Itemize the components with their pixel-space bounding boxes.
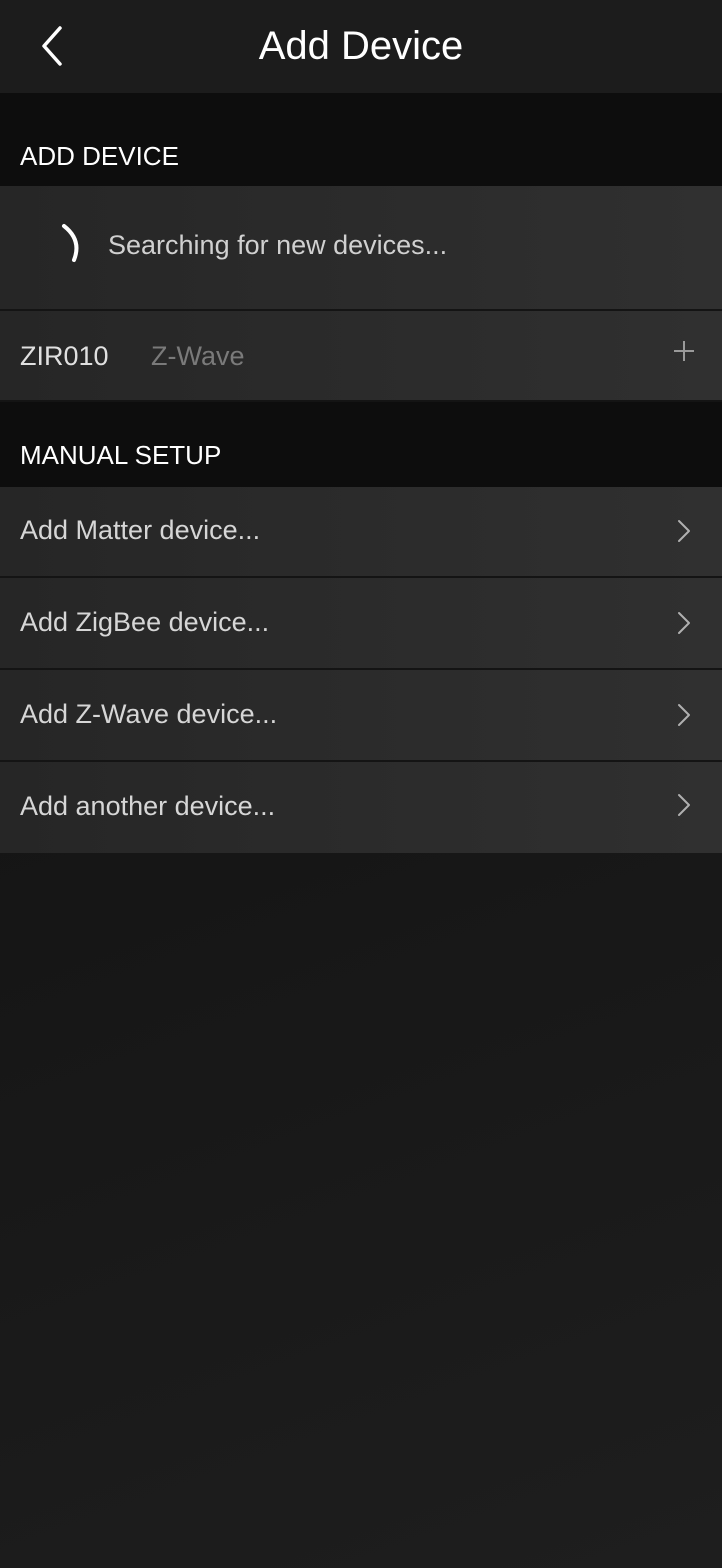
manual-item-zigbee[interactable]: Add ZigBee device... [0,578,722,670]
manual-setup-section-header: MANUAL SETUP [0,402,722,487]
manual-item-label: Add ZigBee device... [20,607,270,637]
plus-icon[interactable] [672,339,696,363]
found-device-row[interactable]: ZIR010 Z-Wave [0,311,722,402]
chevron-right-icon [678,704,690,726]
chevron-right-icon [678,612,690,634]
manual-item-other[interactable]: Add another device... [0,762,722,853]
searching-status-text: Searching for new devices... [108,230,448,260]
add-device-section-header: ADD DEVICE [0,93,722,186]
chevron-right-icon [678,794,690,816]
top-bar: Add Device [0,0,722,93]
chevron-right-icon [678,520,690,542]
device-protocol: Z-Wave [151,341,245,371]
manual-item-label: Add another device... [20,791,276,821]
manual-item-label: Add Z-Wave device... [20,699,278,729]
loading-spinner-icon [62,224,79,262]
chevron-left-icon [42,26,62,66]
section-label-add-device: ADD DEVICE [20,141,179,171]
manual-item-zwave[interactable]: Add Z-Wave device... [0,670,722,762]
page-title: Add Device [258,24,464,68]
manual-item-label: Add Matter device... [20,515,261,545]
manual-item-matter[interactable]: Add Matter device... [0,487,722,578]
section-label-manual-setup: MANUAL SETUP [20,440,222,470]
device-name: ZIR010 [20,341,109,371]
searching-row: Searching for new devices... [0,186,722,311]
back-button[interactable] [30,18,74,74]
